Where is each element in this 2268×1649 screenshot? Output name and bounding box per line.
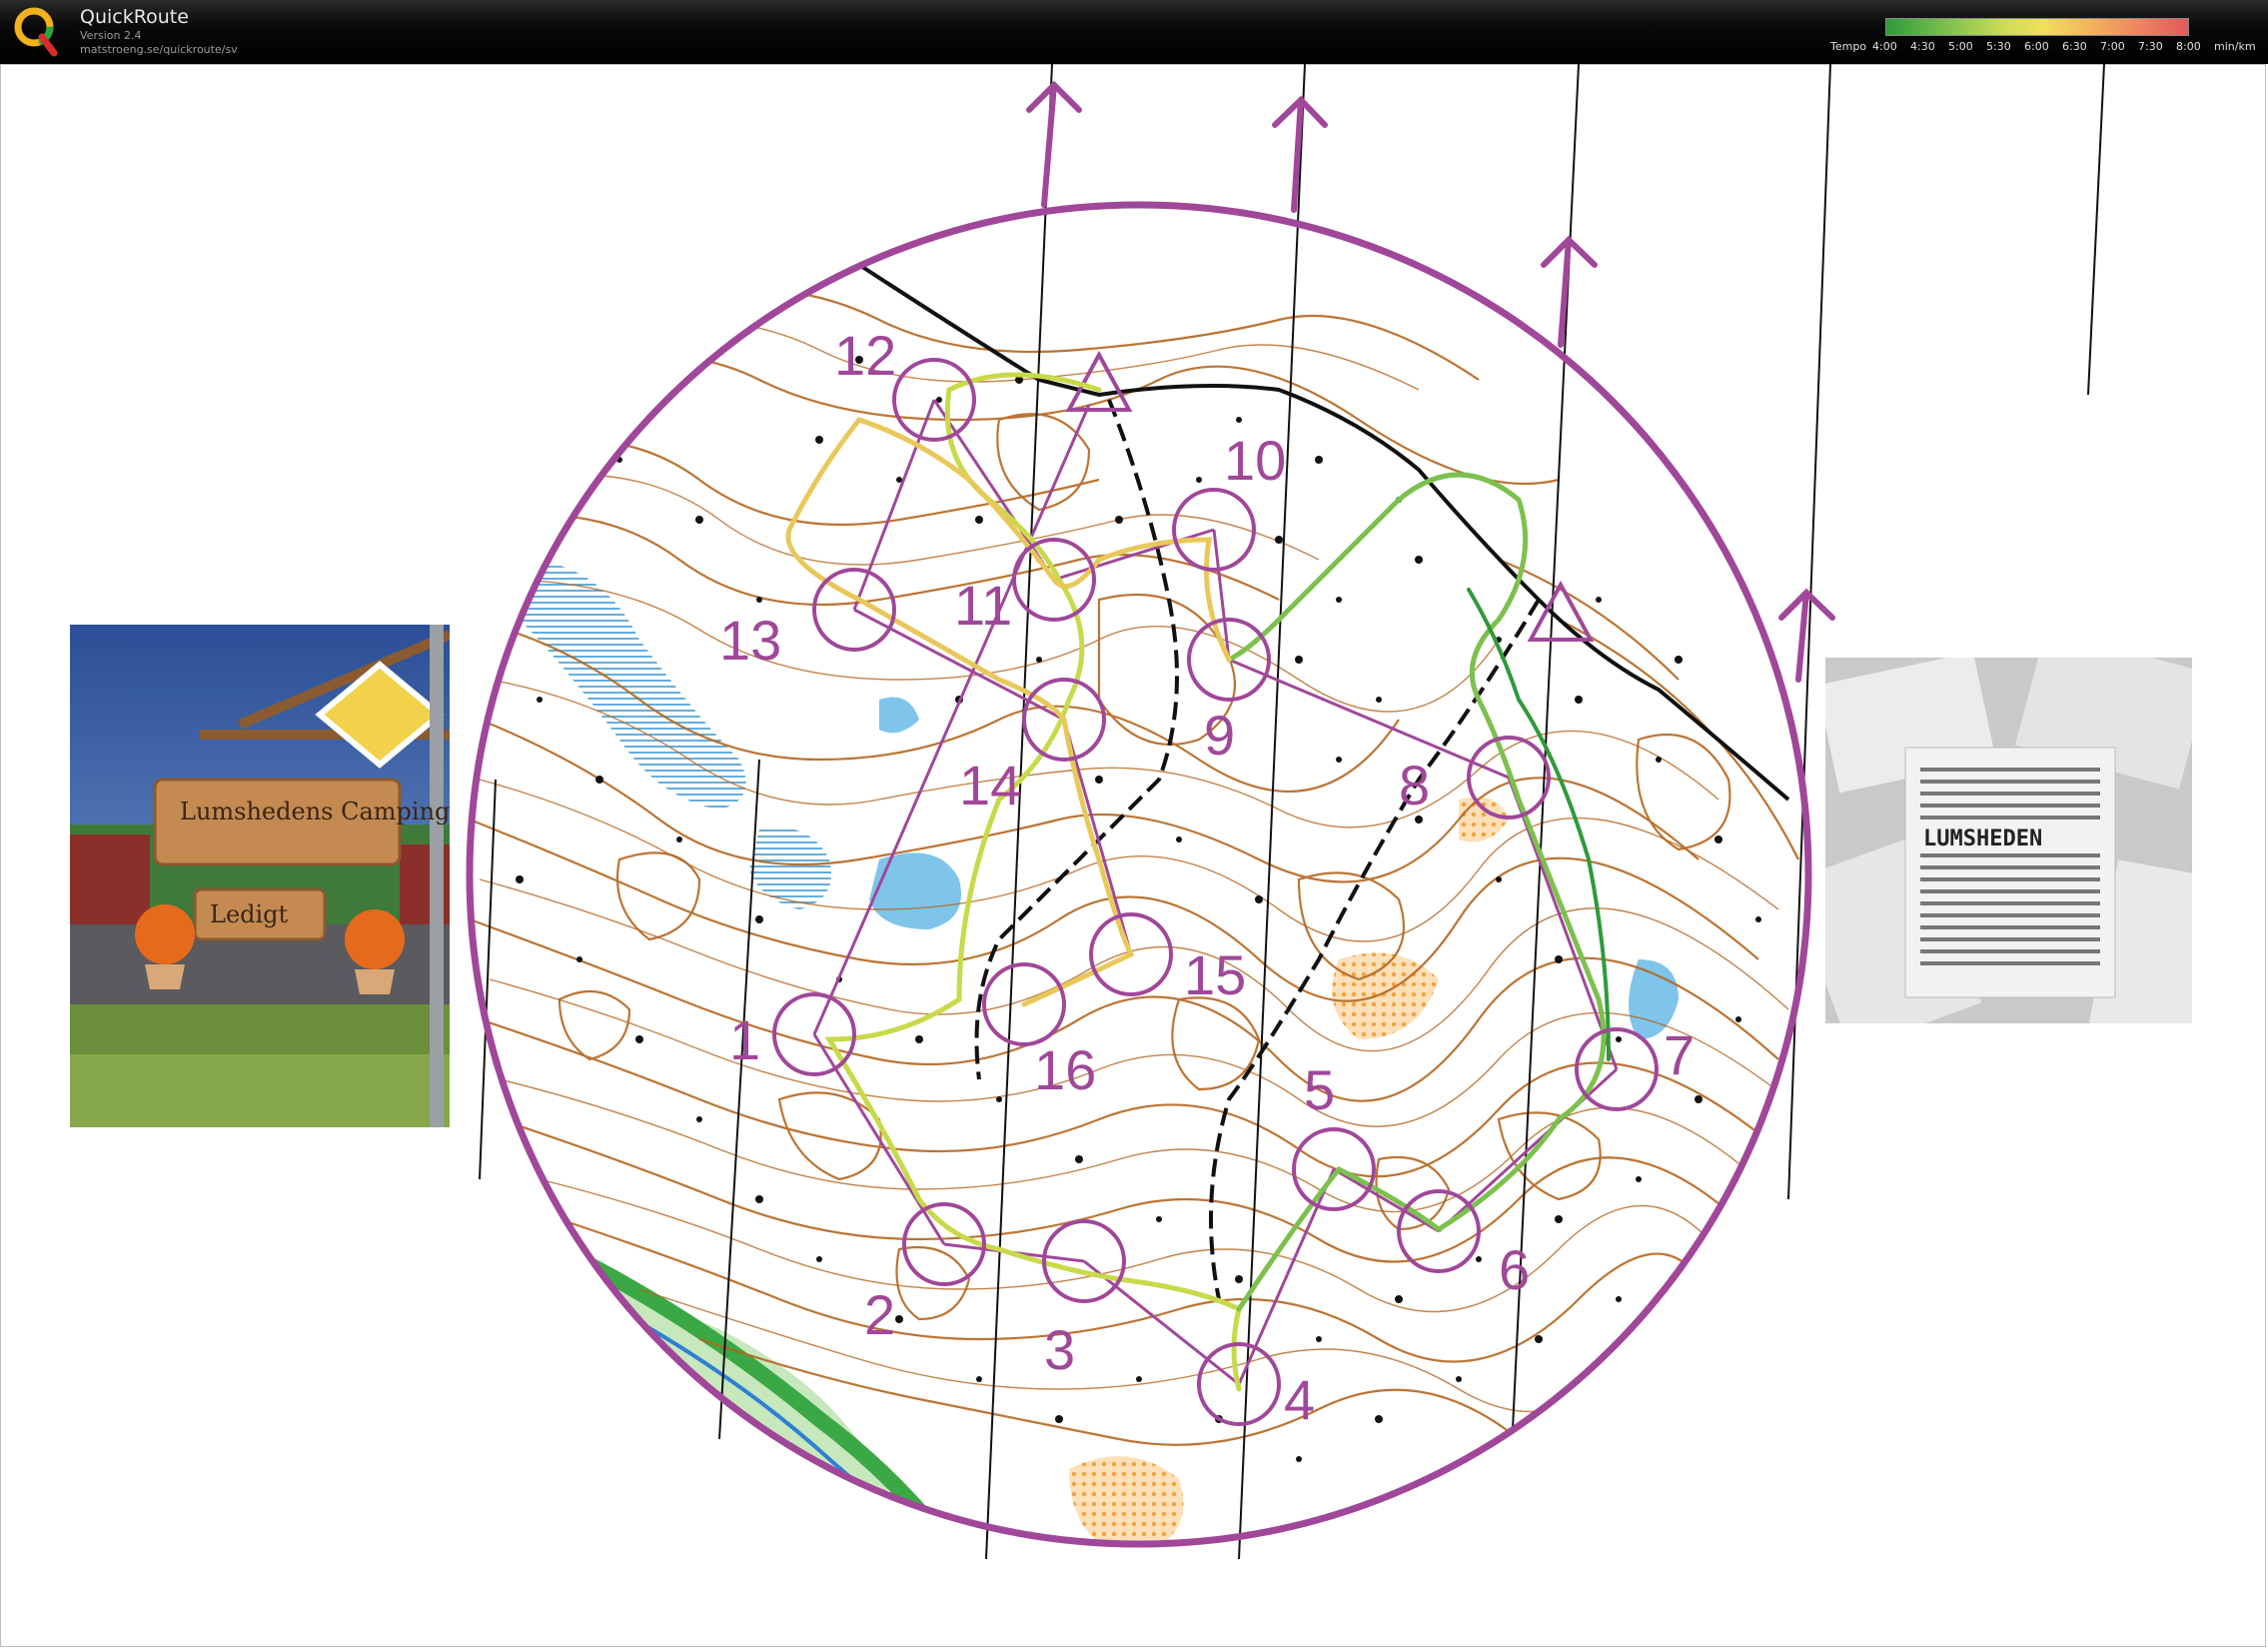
control-number-9: 9 [1204,704,1235,767]
vacancy-sign-text: Ledigt [210,900,289,928]
camping-sign-text: Lumshedens Camping [180,798,450,825]
control-number-3: 3 [1044,1318,1075,1381]
control-number-8: 8 [1399,754,1430,817]
control-number-7: 7 [1664,1023,1695,1086]
photo-camping-sign: Lumshedens Camping Ledigt [70,625,450,1127]
control-number-6: 6 [1499,1238,1530,1301]
control-number-1: 1 [729,1008,760,1071]
control-number-5: 5 [1304,1058,1335,1121]
control-number-11: 11 [954,574,1012,637]
control-number-4: 4 [1284,1368,1315,1431]
control-number-16: 16 [1034,1038,1096,1101]
control-number-13: 13 [719,609,781,672]
control-number-2: 2 [864,1283,895,1346]
control-number-10: 10 [1224,429,1286,492]
photo-lumsheden-papers: LUMSHEDEN [1825,658,2192,1023]
control-number-14: 14 [959,754,1021,817]
control-number-15: 15 [1184,943,1246,1006]
control-number-12: 12 [834,324,896,387]
newspaper-title: LUMSHEDEN [1923,826,2042,851]
